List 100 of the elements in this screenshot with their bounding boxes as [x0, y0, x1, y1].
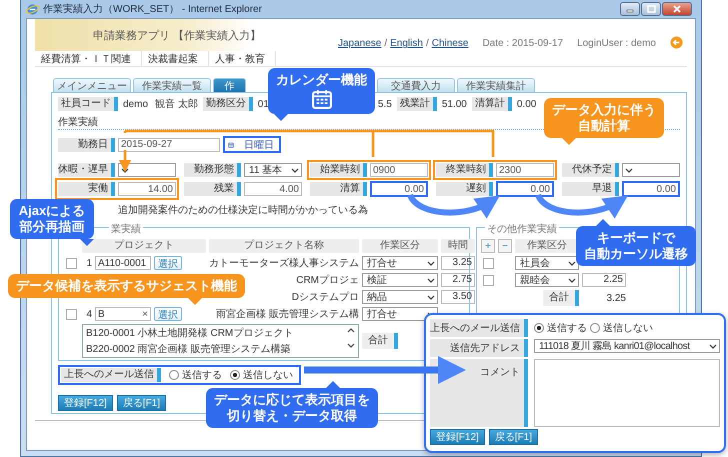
dropdown[interactable]: 検証 [362, 273, 438, 287]
menu-item[interactable]: 経費清算・ＩＴ関連 [35, 51, 142, 66]
app-title: 申請業務アプリ 【作業実績入力】 [93, 28, 262, 42]
chevron-icon [121, 168, 129, 172]
dropdown[interactable]: 打合せ [362, 307, 438, 321]
value-text: 0.00 [516, 98, 538, 110]
field-label: 早退 [562, 182, 619, 196]
comment-field[interactable] [534, 359, 720, 427]
arrow [118, 150, 132, 172]
dropdown[interactable]: 打合せ [362, 256, 438, 270]
date-field[interactable]: 2015-09-27 [118, 138, 220, 152]
total-value: 3.25 [606, 292, 626, 304]
hours-field[interactable]: 3.25 [441, 256, 475, 270]
close-icon [673, 5, 681, 13]
hours-field[interactable]: 2.75 [441, 273, 475, 287]
tab[interactable]: 作 [213, 78, 246, 92]
select-button[interactable]: 選択 [154, 307, 182, 321]
time-field[interactable]: 2300 [496, 163, 554, 177]
clear-icon[interactable]: × [142, 308, 148, 320]
chevron-icon [427, 278, 435, 282]
dropdown[interactable] [622, 163, 680, 177]
weekday-field[interactable]: 日曜日 [223, 136, 281, 153]
maximize-icon [646, 5, 656, 13]
field-label: 清算計 [472, 97, 512, 111]
language-link[interactable]: Chinese [432, 38, 468, 49]
chevron-icon [568, 278, 576, 282]
project-name: カトーモーターズ様人事システム [209, 256, 359, 270]
callout-pointer [596, 219, 610, 226]
hours-field[interactable]: 3.50 [441, 290, 475, 304]
language-link[interactable]: English [390, 38, 423, 49]
project-code-field[interactable]: B × [95, 307, 151, 321]
field-label: 残業計 [396, 97, 437, 111]
number-field[interactable]: 14.00 [118, 182, 176, 196]
project-code-field[interactable]: A110-0001 [95, 256, 151, 270]
column-header: 時間 [441, 239, 475, 253]
dropdown[interactable]: 社員会 [515, 256, 579, 270]
field-label: 遅刻 [436, 182, 493, 196]
checkbox[interactable] [482, 274, 494, 286]
chevron-icon [427, 294, 435, 300]
callout-pointer [274, 114, 288, 121]
separator-text: / [384, 38, 388, 49]
hours-field[interactable]: 2.25 [582, 273, 626, 287]
time-field[interactable]: 0900 [370, 163, 428, 177]
tab[interactable]: 作業実績一覧 [133, 78, 211, 92]
checkbox[interactable] [66, 308, 76, 320]
section-legend: 業実績 [109, 222, 143, 236]
section-title: 作業実績 [58, 116, 98, 129]
chevron-icon [709, 344, 717, 348]
value-text: 5.5 [376, 98, 393, 110]
callout: Ajaxによる 部分再描画 [10, 199, 94, 246]
menu-item[interactable]: 人事・教育 [209, 51, 276, 66]
chevron-icon [427, 260, 435, 266]
column-header: プロジェクト [82, 239, 206, 253]
add-button[interactable]: + [481, 239, 495, 253]
scroll-arrows-icon [347, 326, 355, 350]
radio-option[interactable]: 送信する [534, 321, 587, 335]
chevron-icon [625, 168, 633, 172]
section-legend: その他作業実績 [485, 222, 559, 236]
checkbox[interactable] [66, 258, 76, 268]
number-field[interactable]: 4.00 [244, 182, 302, 196]
total-label: 合計 [362, 333, 398, 349]
dropdown[interactable]: 111018 夏川 霧島 kanri01@localhost [534, 339, 720, 353]
callout: キーボードで 自動カーソル遷移 [576, 219, 696, 266]
callout-pointer [80, 239, 94, 246]
remove-button[interactable]: − [498, 239, 512, 253]
tab[interactable]: 作業実績集計 [457, 78, 535, 92]
number-field[interactable]: 0.00 [496, 181, 554, 197]
separator-text: / [426, 38, 429, 49]
field-label: 勤務区分 [202, 97, 253, 111]
value-text: 観音 太郎 [154, 98, 199, 111]
dropdown[interactable]: 納品 [362, 290, 438, 304]
radio-option[interactable]: 送信する [169, 368, 222, 382]
suggestion-item[interactable]: B120-0001 小林土地開発様 CRMプロジェクト [86, 326, 294, 340]
maximize-button[interactable] [641, 2, 661, 16]
number-field[interactable]: 0.00 [622, 181, 680, 197]
dropdown[interactable]: 11 基本 [244, 163, 302, 177]
minimize-button[interactable] [620, 2, 640, 16]
number-field[interactable]: 0.00 [370, 181, 428, 197]
radio-option[interactable]: 送信しない [230, 368, 293, 382]
select-button[interactable]: 選択 [154, 256, 182, 270]
callout-pointer [188, 298, 202, 305]
row-number: 1 [85, 258, 92, 268]
logout-icon[interactable] [670, 36, 683, 49]
language-link[interactable]: Japanese [338, 38, 382, 49]
close-button[interactable] [662, 2, 692, 16]
tab[interactable]: 交通費入力 [377, 78, 455, 92]
callout-pointer [562, 138, 576, 145]
suggestion-item[interactable]: B220-0002 雨宮企画様 販売管理システム構築 [86, 342, 294, 356]
tab[interactable]: メインメニュー [53, 78, 131, 92]
weekday-text: 日曜日 [243, 138, 275, 152]
login-user-text: LoginUser : demo [577, 38, 656, 49]
dropdown[interactable] [118, 163, 176, 177]
dropdown[interactable]: 親睦会 [515, 273, 579, 287]
field-label: 始業時刻 [310, 163, 367, 177]
field-label: 勤務日 [58, 138, 115, 152]
radio-option[interactable]: 送信しない [590, 321, 653, 335]
row-number: 4 [85, 308, 92, 320]
menu-item[interactable]: 決裁書起案 [142, 51, 209, 66]
reason-text: 追加開発案件のための仕様決定に時間がかかっている為 [118, 204, 368, 217]
checkbox[interactable] [482, 258, 494, 268]
